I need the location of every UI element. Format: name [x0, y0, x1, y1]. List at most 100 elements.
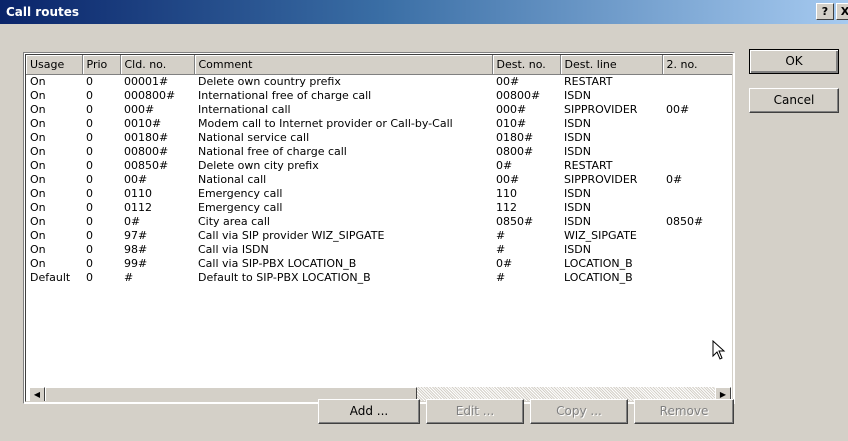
- cell-dest-number: #: [496, 228, 506, 242]
- table-row[interactable]: On 0 97# Call via SIP provider WIZ_SIPGATE #…: [26, 228, 732, 243]
- table-row[interactable]: On 0 0010# Modem call to Internet provider …: [26, 116, 732, 131]
- cell-usage: On: [30, 214, 46, 228]
- cell-dest-number: 0#: [496, 256, 513, 270]
- cell-comment: Modem call to Internet provider or Call-…: [198, 116, 453, 130]
- cell-dest-line: WIZ_SIPGATE: [564, 228, 637, 242]
- table-row[interactable]: On 0 00800# National free of charge call 080…: [26, 144, 732, 159]
- cell-dest-number: 0850#: [496, 214, 534, 228]
- help-button[interactable]: ?: [816, 3, 834, 20]
- cell-usage: On: [30, 242, 46, 256]
- column-header-comment[interactable]: Comment: [194, 55, 493, 75]
- cell-second-number: [662, 229, 732, 243]
- cell-prio: 0: [86, 228, 93, 242]
- dialog-client-area: Usage Prio Cld. no. Comment Dest. no. De…: [0, 24, 848, 441]
- cell-dest-line: SIPPROVIDER: [564, 172, 638, 186]
- table-row[interactable]: On 0 0# City area call 0850# ISDN 0850#: [26, 214, 732, 229]
- cell-prio: 0: [86, 74, 93, 88]
- cell-dest-line: ISDN: [564, 242, 591, 256]
- cell-prio: 0: [86, 116, 93, 130]
- cell-called-number: 0110: [124, 186, 152, 200]
- table-row[interactable]: On 0 00# National call 00# SIPPROVIDER 0#: [26, 172, 732, 187]
- cell-usage: On: [30, 102, 46, 116]
- cell-dest-line: RESTART: [564, 158, 613, 172]
- cell-called-number: 000#: [124, 102, 155, 116]
- copy-button[interactable]: Copy ...: [530, 399, 628, 424]
- cell-dest-number: 0#: [496, 158, 513, 172]
- remove-button[interactable]: Remove: [634, 399, 734, 424]
- cell-usage: On: [30, 200, 46, 214]
- scroll-left-arrow-icon[interactable]: ◀: [29, 387, 45, 401]
- cell-dest-number: 0800#: [496, 144, 534, 158]
- table-row[interactable]: Default 0 # Default to SIP-PBX LOCATION_B # L…: [26, 270, 732, 285]
- table-row[interactable]: On 0 0110 Emergency call 110 ISDN: [26, 186, 732, 201]
- cell-second-number: [662, 187, 732, 201]
- cell-comment: Call via SIP provider WIZ_SIPGATE: [198, 228, 385, 242]
- table-row[interactable]: On 0 00001# Delete own country prefix 00# RES…: [26, 74, 732, 89]
- table-row[interactable]: On 0 00850# Delete own city prefix 0# RESTART: [26, 158, 732, 173]
- table-row[interactable]: On 0 98# Call via ISDN # ISDN: [26, 242, 732, 257]
- cell-comment: Delete own country prefix: [198, 74, 341, 88]
- cancel-button[interactable]: Cancel: [749, 88, 839, 113]
- title-bar: Call routes: [0, 0, 848, 24]
- cell-dest-number: #: [496, 270, 506, 284]
- cell-comment: City area call: [198, 214, 270, 228]
- cell-comment: Call via ISDN: [198, 242, 269, 256]
- table-row[interactable]: On 0 000800# International free of charge c…: [26, 88, 732, 103]
- table-row[interactable]: On 0 000# International call 000# SIPPROVIDER…: [26, 102, 732, 117]
- cell-called-number: 00800#: [124, 144, 169, 158]
- cell-prio: 0: [86, 88, 93, 102]
- cell-usage: On: [30, 158, 46, 172]
- call-routes-list[interactable]: Usage Prio Cld. no. Comment Dest. no. De…: [23, 52, 735, 404]
- cell-called-number: 000800#: [124, 88, 176, 102]
- cell-comment: National call: [198, 172, 267, 186]
- cell-usage: On: [30, 186, 46, 200]
- cell-dest-line: ISDN: [564, 144, 591, 158]
- cell-dest-number: 00#: [496, 74, 520, 88]
- column-header-called-number[interactable]: Cld. no.: [120, 55, 195, 75]
- column-header-prio[interactable]: Prio: [82, 55, 121, 75]
- column-header-usage[interactable]: Usage: [26, 55, 83, 75]
- cell-usage: On: [30, 88, 46, 102]
- cell-called-number: 98#: [124, 242, 148, 256]
- cell-dest-number: 112: [496, 200, 517, 214]
- cell-second-number: [662, 131, 732, 145]
- cell-called-number: 99#: [124, 256, 148, 270]
- cell-comment: Call via SIP-PBX LOCATION_B: [198, 256, 357, 270]
- cell-second-number: [662, 145, 732, 159]
- cell-called-number: 00001#: [124, 74, 169, 88]
- cell-second-number: [662, 74, 732, 89]
- cell-dest-line: ISDN: [564, 214, 591, 228]
- cell-dest-number: 110: [496, 186, 517, 200]
- cell-usage: On: [30, 228, 46, 242]
- column-header-second-number[interactable]: 2. no.: [662, 55, 732, 75]
- cell-dest-line: RESTART: [564, 74, 613, 88]
- table-row[interactable]: On 0 00180# National service call 0180# ISDN: [26, 130, 732, 145]
- cell-usage: Default: [30, 270, 71, 284]
- column-header-dest-number[interactable]: Dest. no.: [492, 55, 561, 75]
- ok-button[interactable]: OK: [749, 49, 839, 74]
- cell-dest-line: LOCATION_B: [564, 270, 633, 284]
- window-title: Call routes: [6, 5, 80, 19]
- edit-button[interactable]: Edit ...: [426, 399, 524, 424]
- add-button[interactable]: Add ...: [318, 399, 420, 424]
- cell-usage: On: [30, 74, 46, 88]
- cell-second-number: [662, 117, 732, 131]
- cell-called-number: 97#: [124, 228, 148, 242]
- cell-called-number: 0010#: [124, 116, 162, 130]
- cell-prio: 0: [86, 242, 93, 256]
- table-row[interactable]: On 0 0112 Emergency call 112 ISDN: [26, 200, 732, 215]
- cell-comment: Emergency call: [198, 186, 283, 200]
- cell-second-number: [662, 89, 732, 103]
- cell-comment: International free of charge call: [198, 88, 372, 102]
- mouse-pointer-icon: [712, 340, 726, 360]
- cell-prio: 0: [86, 130, 93, 144]
- column-header-dest-line[interactable]: Dest. line: [560, 55, 663, 75]
- cell-called-number: #: [124, 270, 134, 284]
- cell-dest-line: ISDN: [564, 88, 591, 102]
- table-row[interactable]: On 0 99# Call via SIP-PBX LOCATION_B 0# LOCAT…: [26, 256, 732, 271]
- cell-second-number: 0850#: [666, 214, 704, 228]
- cell-dest-number: 000#: [496, 102, 527, 116]
- cell-dest-number: 00#: [496, 172, 520, 186]
- close-button[interactable]: X: [836, 3, 848, 20]
- cell-second-number: [662, 243, 732, 257]
